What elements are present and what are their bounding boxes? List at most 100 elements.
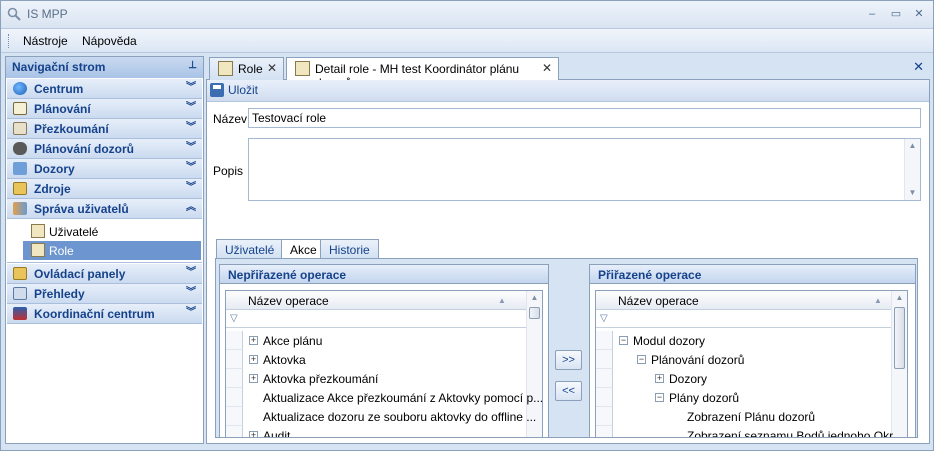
nav-group-centrum[interactable]: Centrum ︾: [7, 79, 202, 99]
coordination-icon: [13, 307, 27, 320]
operation-label: Aktovka: [263, 353, 306, 367]
tab-detail-role[interactable]: Detail role - MH test Koordinátor plánu …: [286, 57, 559, 90]
unassigned-title: Nepřiřazené operace: [220, 265, 548, 284]
table-row[interactable]: + Audit: [226, 426, 526, 437]
nav-item-role[interactable]: Role: [23, 241, 201, 260]
sort-icon: ▲: [498, 296, 506, 305]
scroll-down-icon[interactable]: ▼: [527, 437, 542, 438]
magnifier-icon: [13, 122, 27, 135]
expand-icon[interactable]: +: [655, 374, 664, 383]
nav-item-uzivatele[interactable]: Uživatelé: [23, 222, 201, 241]
column-header[interactable]: Název operace ▲: [596, 291, 891, 310]
close-all-icon[interactable]: ✕: [913, 59, 924, 75]
tree-row[interactable]: − Modul dozory: [596, 331, 891, 350]
collapse-icon[interactable]: −: [619, 336, 628, 345]
nav-group-ovladaci-panely[interactable]: Ovládací panely ︾: [7, 264, 202, 284]
save-label: Uložit: [228, 83, 259, 97]
collapse-icon[interactable]: −: [637, 355, 646, 364]
table-row[interactable]: + Aktovka přezkoumání: [226, 369, 526, 388]
table-row[interactable]: + Aktovka: [226, 350, 526, 369]
restore-button[interactable]: ▭: [887, 6, 905, 22]
table-row[interactable]: Aktualizace Akce přezkoumání z Aktovky p…: [226, 388, 542, 407]
report-icon: [13, 287, 27, 300]
assign-button[interactable]: >>: [555, 350, 582, 370]
tab-historie[interactable]: Historie: [320, 239, 379, 258]
scroll-up-icon[interactable]: ▲: [527, 291, 542, 305]
nav-header: Navigační strom ⊥: [6, 57, 203, 78]
chevron-down-icon: ︾: [186, 267, 196, 278]
menu-nastroje[interactable]: Nástroje: [23, 34, 68, 48]
nav-group-dozory[interactable]: Dozory ︾: [7, 159, 202, 179]
tree-row[interactable]: + Dozory: [596, 369, 891, 388]
operation-label: Aktualizace Akce přezkoumání z Aktovky p…: [263, 391, 543, 405]
nav-group-zdroje[interactable]: Zdroje ︾: [7, 179, 202, 199]
table-row[interactable]: + Akce plánu: [226, 331, 526, 350]
filter-row[interactable]: ▽: [596, 310, 891, 328]
scroll-thumb[interactable]: [894, 307, 905, 369]
folder-icon: [13, 182, 27, 195]
tree-row[interactable]: Zobrazení seznamu Bodů jednoho Okr...: [596, 426, 902, 437]
inspect-icon: [13, 162, 27, 175]
nav-group-label: Centrum: [34, 82, 84, 96]
nav-subitems: Uživatelé Role: [7, 219, 202, 263]
table-row[interactable]: Aktualizace dozoru ze souboru aktovky do…: [226, 407, 536, 426]
minimize-button[interactable]: –: [863, 6, 881, 22]
close-tab-icon[interactable]: ✕: [542, 61, 552, 75]
operation-label: Dozory: [669, 372, 708, 386]
tab-role[interactable]: Role ✕: [209, 57, 284, 80]
users-icon: [13, 202, 27, 215]
tree-row[interactable]: Zobrazení Plánu dozorů: [596, 407, 891, 426]
nav-item-label: Uživatelé: [49, 225, 99, 239]
close-window-button[interactable]: ✕: [910, 6, 928, 22]
magnifier-app-icon: [7, 7, 21, 21]
tree-row[interactable]: − Plánování dozorů: [596, 350, 891, 369]
unassign-button[interactable]: <<: [555, 381, 582, 401]
scroll-down-icon[interactable]: ▼: [892, 437, 907, 438]
filter-row[interactable]: ▽: [226, 310, 526, 328]
assigned-scrollbar[interactable]: ▲ ▼: [891, 291, 907, 438]
tree-row[interactable]: − Plány dozorů: [596, 388, 891, 407]
assigned-operations-panel: Přiřazené operace Název operace ▲ ▽ ▲ ▼: [589, 264, 916, 438]
detail-panel: Uložit Název Testovací role Popis ▲ ▼ Už…: [206, 80, 930, 444]
expand-icon[interactable]: +: [249, 355, 258, 364]
panel-icon: [13, 267, 27, 280]
nav-group-prezkoumani[interactable]: Přezkoumání ︾: [7, 119, 202, 139]
filter-icon[interactable]: ▽: [600, 313, 608, 324]
nav-group-planovani-dozoru[interactable]: Plánování dozorů ︾: [7, 139, 202, 159]
description-textarea[interactable]: [248, 138, 921, 201]
operation-label: Aktovka přezkoumání: [263, 372, 379, 386]
operation-label: Aktualizace dozoru ze souboru aktovky do…: [263, 410, 537, 424]
handshake-icon: [13, 142, 27, 155]
tab-akce[interactable]: Akce: [281, 239, 326, 259]
expand-icon[interactable]: +: [249, 431, 258, 437]
pin-icon[interactable]: ⊥: [188, 60, 197, 71]
nav-group-sprava-uzivatelu[interactable]: Správa uživatelů ︽: [7, 199, 202, 219]
expand-icon[interactable]: +: [249, 374, 258, 383]
scroll-up-icon[interactable]: ▲: [905, 139, 920, 153]
scroll-down-icon[interactable]: ▼: [905, 186, 920, 200]
chevron-down-icon: ︾: [186, 142, 196, 153]
filter-icon[interactable]: ▽: [230, 313, 238, 324]
assigned-grid: Název operace ▲ ▽ ▲ ▼ −Modul dozory −Plá: [595, 290, 908, 438]
expand-icon[interactable]: +: [249, 336, 258, 345]
name-input[interactable]: Testovací role: [248, 108, 921, 128]
navigation-tree: Navigační strom ⊥ Centrum ︾ Plánování ︾ …: [5, 56, 204, 444]
nav-group-label: Přezkoumání: [34, 122, 109, 136]
operation-label: Zobrazení Plánu dozorů: [687, 410, 816, 424]
nav-group-planovani[interactable]: Plánování ︾: [7, 99, 202, 119]
toolbar-grip[interactable]: [8, 34, 10, 48]
tab-uzivatele[interactable]: Uživatelé: [216, 239, 284, 258]
close-tab-icon[interactable]: ✕: [267, 61, 277, 75]
description-scrollbar[interactable]: ▲ ▼: [904, 139, 920, 200]
column-header[interactable]: Název operace ▲: [226, 291, 526, 310]
menu-napoveda[interactable]: Nápověda: [82, 34, 137, 48]
nav-group-koordinacni-centrum[interactable]: Koordinační centrum ︾: [7, 304, 202, 324]
collapse-icon[interactable]: −: [655, 393, 664, 402]
nav-group-prehledy[interactable]: Přehledy ︾: [7, 284, 202, 304]
sort-icon: ▲: [874, 296, 882, 305]
nav-group-label: Plánování dozorů: [34, 142, 135, 156]
scroll-thumb[interactable]: [529, 307, 540, 319]
scroll-up-icon[interactable]: ▲: [892, 291, 907, 305]
nav-header-title: Navigační strom: [12, 60, 106, 74]
nav-group-label: Zdroje: [34, 182, 71, 196]
